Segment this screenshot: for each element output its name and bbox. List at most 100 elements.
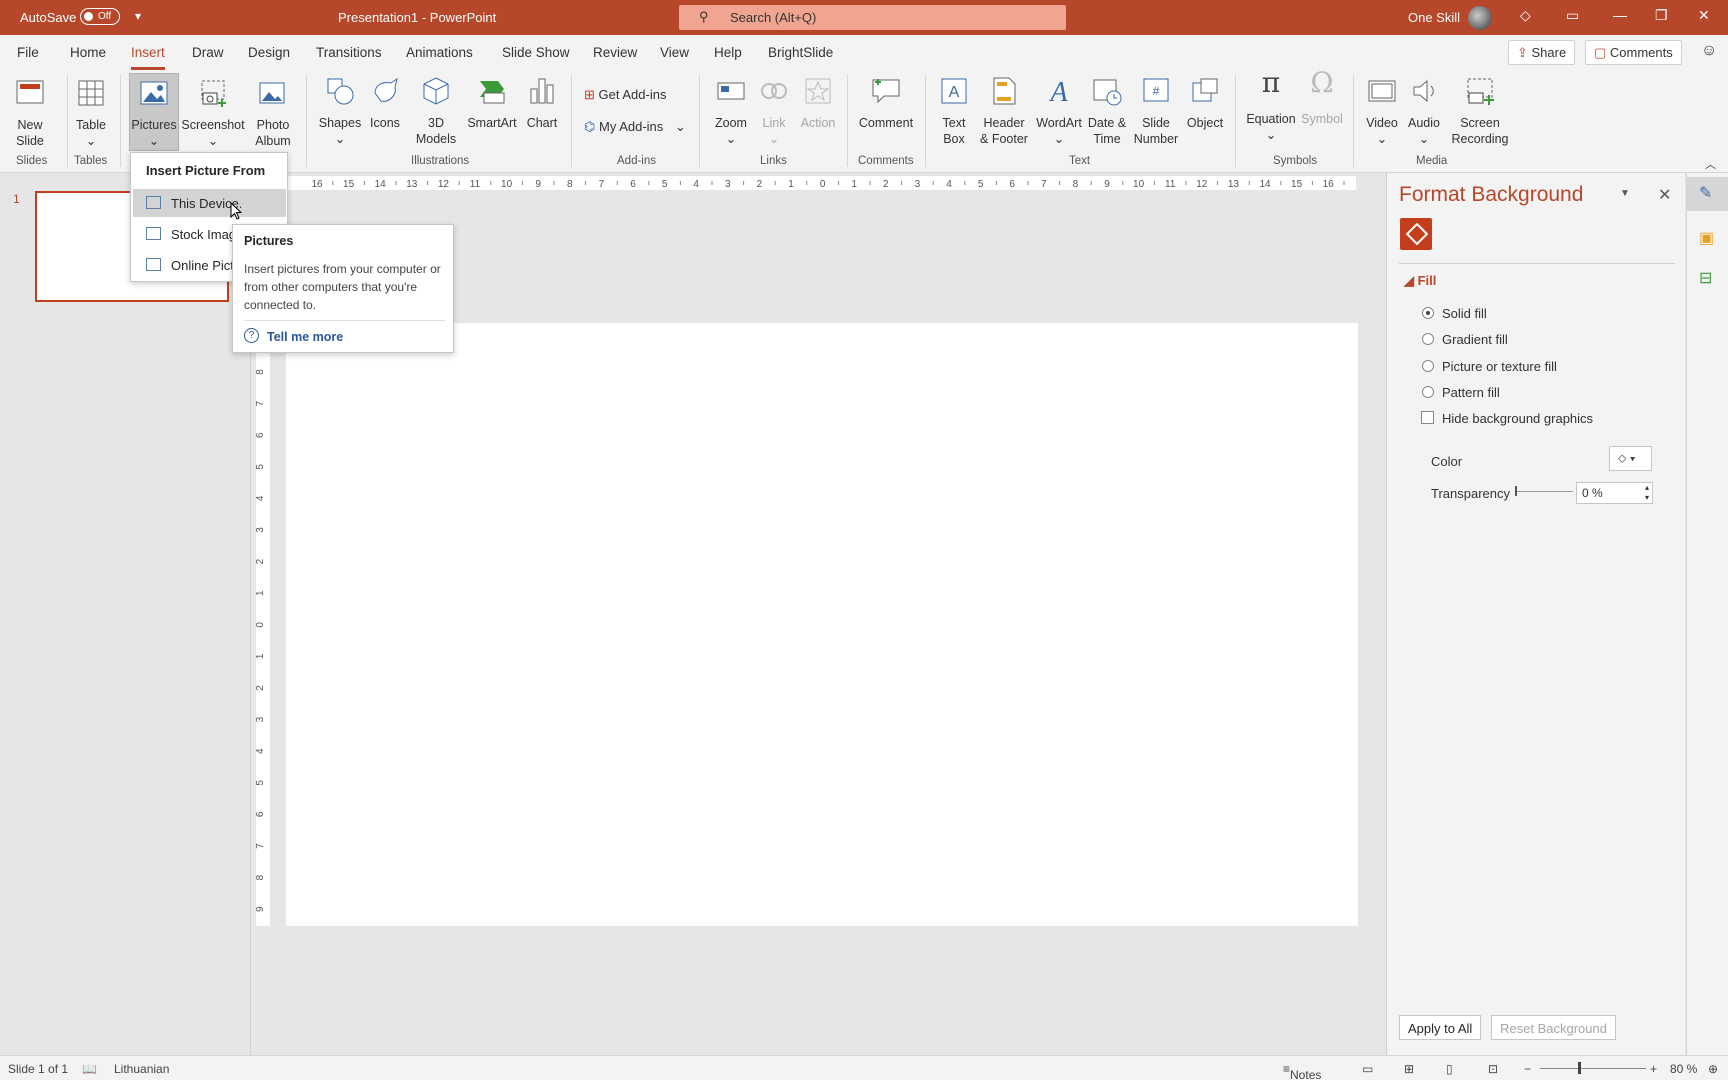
hide-graphics-label: Hide background graphics: [1442, 411, 1594, 426]
group-illustrations: Illustrations: [411, 155, 470, 167]
slide-show-icon[interactable]: ⊡: [1488, 1062, 1498, 1076]
fit-slide-icon[interactable]: ⊕: [1708, 1062, 1718, 1076]
reset-background-button[interactable]: Reset Background: [1491, 1015, 1616, 1040]
normal-view-icon[interactable]: ▭: [1362, 1062, 1373, 1076]
zoom-slider-thumb[interactable]: [1578, 1062, 1581, 1074]
fill-color-button[interactable]: ⬦ ▾: [1609, 446, 1652, 471]
smartart-icon: [480, 81, 505, 104]
zoom-slider[interactable]: [1540, 1068, 1646, 1069]
action-button[interactable]: Action: [796, 75, 840, 131]
tell-me-more-link[interactable]: Tell me more: [267, 330, 343, 344]
tab-slide-show[interactable]: Slide Show: [502, 45, 570, 60]
wordart-button[interactable]: A WordArt ⌄: [1034, 75, 1084, 147]
equation-button[interactable]: π Equation ⌄: [1244, 69, 1298, 143]
radio-picture-fill[interactable]: [1422, 360, 1434, 372]
zoom-button[interactable]: Zoom ⌄: [708, 75, 754, 147]
audio-button[interactable]: Audio ⌄: [1404, 75, 1444, 147]
customize-qat-icon[interactable]: ▾: [135, 9, 141, 23]
my-add-ins-chevron-icon: ⌄: [674, 119, 686, 134]
text-box-button[interactable]: A Text Box: [934, 75, 974, 147]
tab-design[interactable]: Design: [248, 45, 290, 60]
apply-to-all-button[interactable]: Apply to All: [1399, 1015, 1482, 1040]
tab-help[interactable]: Help: [714, 45, 742, 60]
table-button[interactable]: Table ⌄: [71, 77, 111, 149]
tab-draw[interactable]: Draw: [192, 45, 224, 60]
date-time-button[interactable]: Date & Time: [1085, 75, 1129, 147]
pane-options-icon[interactable]: ▼: [1620, 188, 1630, 199]
symbol-button[interactable]: Ω Symbol: [1300, 69, 1344, 127]
close-icon[interactable]: ✕: [1698, 7, 1710, 24]
fill-section-header[interactable]: ◢ Fill: [1404, 273, 1436, 289]
ribbon-display-icon[interactable]: ▭: [1566, 7, 1579, 24]
radio-pattern-fill[interactable]: [1422, 386, 1434, 398]
new-slide-label: New: [17, 118, 43, 132]
3d-models-button[interactable]: 3D Models: [410, 75, 462, 147]
status-bar: Slide 1 of 1 📖 Lithuanian ≡ Notes ▭ ⊞ ▯ …: [0, 1055, 1728, 1080]
zoom-in-icon[interactable]: +: [1650, 1062, 1657, 1076]
tab-transitions[interactable]: Transitions: [316, 45, 382, 60]
notes-label: Notes: [1290, 1068, 1322, 1080]
slide-number-button[interactable]: # Slide Number: [1131, 75, 1181, 147]
object-button[interactable]: Object: [1183, 75, 1227, 131]
size-tab-icon[interactable]: ⊟: [1699, 268, 1712, 288]
reading-view-icon[interactable]: ▯: [1446, 1062, 1453, 1076]
horizontal-ruler-ticks: 16 15 14 13 12 11 10 9 8 7 6 5 4 3 2 1 0 1 2 3 4 5 6 7 8 9 10 11 12 1…: [311, 179, 1345, 190]
my-add-ins-button[interactable]: ⌬ My Add-ins ⌄: [584, 119, 686, 135]
user-name[interactable]: One Skill: [1408, 10, 1460, 25]
slide-sorter-icon[interactable]: ⊞: [1404, 1062, 1414, 1076]
pane-switcher-strip: ✎ ▣ ⊟: [1686, 173, 1728, 1055]
chart-button[interactable]: Chart: [522, 75, 562, 131]
menu-item-this-device[interactable]: This Device...: [133, 189, 286, 217]
comment-button[interactable]: Comment: [856, 75, 916, 131]
divider: [1235, 75, 1236, 167]
new-slide-button[interactable]: New Slide: [10, 77, 50, 149]
autosave-toggle[interactable]: Off: [80, 8, 120, 25]
icons-button[interactable]: Icons: [366, 75, 404, 131]
pane-close-icon[interactable]: ✕: [1658, 185, 1671, 205]
zoom-level[interactable]: 80 %: [1670, 1062, 1697, 1076]
avatar[interactable]: [1468, 6, 1492, 30]
smartart-button[interactable]: SmartArt: [466, 75, 518, 131]
link-icon: [761, 83, 787, 99]
tab-animations[interactable]: Animations: [406, 45, 473, 60]
format-background-tab-icon[interactable]: ✎: [1699, 183, 1712, 203]
language[interactable]: Lithuanian: [114, 1062, 169, 1076]
get-add-ins-button[interactable]: ⊞ Get Add-ins: [584, 87, 666, 103]
diamond-icon[interactable]: ◇: [1520, 7, 1531, 24]
tab-insert[interactable]: Insert: [131, 45, 165, 70]
tab-view[interactable]: View: [660, 45, 689, 60]
radio-solid-fill[interactable]: [1422, 307, 1434, 319]
tab-brightslide[interactable]: BrightSlide: [768, 45, 833, 60]
tab-file[interactable]: File: [17, 45, 39, 60]
feedback-smiley-icon[interactable]: ☺: [1701, 42, 1717, 60]
minimize-icon[interactable]: —: [1613, 7, 1627, 23]
fill-category-icon[interactable]: [1400, 218, 1432, 250]
pictures-button[interactable]: Pictures ⌄: [130, 77, 178, 149]
tab-review[interactable]: Review: [593, 45, 637, 60]
collapse-ribbon-icon[interactable]: ︿: [1705, 156, 1716, 172]
video-button[interactable]: Video ⌄: [1362, 75, 1402, 147]
transparency-slider-thumb[interactable]: [1515, 486, 1517, 496]
radio-gradient-fill[interactable]: [1422, 333, 1434, 345]
spinner-arrows-icon[interactable]: ▴ ▾: [1645, 483, 1649, 503]
transparency-slider[interactable]: [1517, 491, 1573, 492]
tab-home[interactable]: Home: [70, 45, 106, 60]
search-box[interactable]: ⚲ Search (Alt+Q): [679, 5, 1066, 30]
hide-graphics-checkbox[interactable]: [1421, 411, 1434, 424]
slide-canvas[interactable]: [286, 323, 1358, 926]
photo-album-button[interactable]: Photo Album: [247, 77, 299, 149]
shapes-button[interactable]: Shapes ⌄: [316, 75, 364, 147]
restore-icon[interactable]: ❐: [1655, 7, 1668, 24]
shape-format-tab-icon[interactable]: ▣: [1699, 228, 1714, 248]
screenshot-button[interactable]: Screenshot ⌄: [181, 77, 245, 149]
comments-button[interactable]: ▢ Comments: [1585, 40, 1682, 65]
spelling-icon[interactable]: 📖: [82, 1062, 97, 1076]
notes-button[interactable]: ≡ Notes: [1283, 1062, 1321, 1080]
share-button[interactable]: ⇪ Share: [1508, 40, 1576, 65]
link-button[interactable]: Link ⌄: [756, 75, 792, 147]
header-footer-button[interactable]: Header & Footer: [976, 75, 1032, 147]
icons-label: Icons: [370, 116, 400, 130]
screen-recording-button[interactable]: Screen Recording: [1448, 75, 1512, 147]
transparency-input[interactable]: 0 % ▴ ▾: [1576, 482, 1653, 504]
zoom-out-icon[interactable]: −: [1524, 1062, 1531, 1076]
